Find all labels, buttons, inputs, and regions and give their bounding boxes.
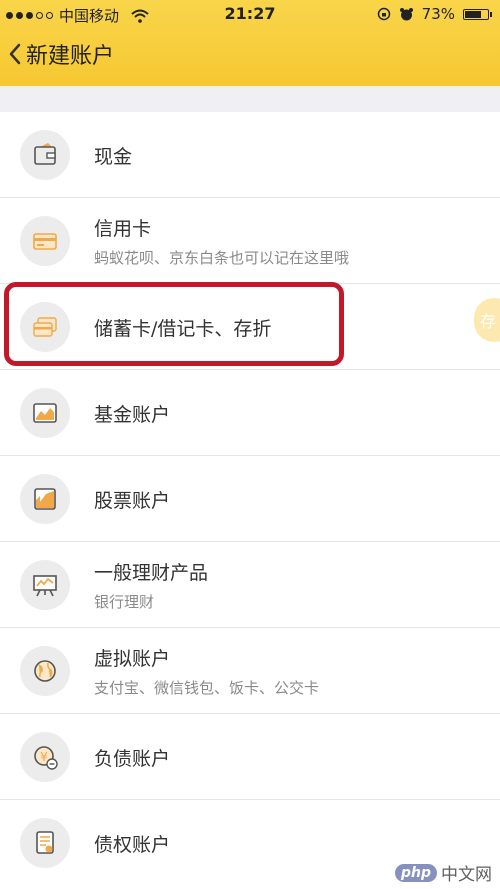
watermark-site: 中文网 bbox=[441, 865, 492, 885]
alarm-clock-icon bbox=[399, 7, 413, 20]
account-subtitle: 蚂蚁花呗、京东白条也可以记在这里哦 bbox=[94, 249, 350, 267]
side-tab-label: 存 bbox=[480, 312, 497, 331]
account-subtitle: 银行理财 bbox=[94, 593, 155, 611]
account-item-cash[interactable]: 现金 bbox=[0, 112, 500, 198]
page-title: 新建账户 bbox=[26, 44, 115, 69]
stock-chart-icon bbox=[34, 488, 56, 510]
highlight-annotation bbox=[4, 282, 344, 366]
account-title: 负债账户 bbox=[94, 747, 171, 770]
globe-icon bbox=[34, 660, 56, 682]
account-title: 信用卡 bbox=[94, 218, 152, 240]
account-title: 股票账户 bbox=[94, 489, 171, 512]
battery-percent: 73% bbox=[421, 5, 455, 23]
account-type-list: 现金 信用卡 蚂蚁花呗、京东白条也可以记在这里哦 储蓄卡/借记卡、存折 基金账户… bbox=[0, 112, 500, 886]
back-button[interactable]: 新建账户 bbox=[8, 38, 114, 70]
watermark-php: php bbox=[394, 863, 437, 882]
watermark: php 中文网 bbox=[394, 860, 492, 885]
account-item-virtual[interactable]: 虚拟账户 支付宝、微信钱包、饭卡、公交卡 bbox=[0, 628, 500, 714]
account-title: 现金 bbox=[94, 145, 133, 168]
fund-chart-icon bbox=[33, 403, 57, 423]
account-subtitle: 支付宝、微信钱包、饭卡、公交卡 bbox=[94, 679, 320, 697]
account-title: 基金账户 bbox=[94, 403, 171, 426]
header: 中国移动 21:27 73% 新建账户 bbox=[0, 0, 500, 86]
claim-document-icon bbox=[36, 831, 54, 854]
nav-bar: 新建账户 bbox=[0, 30, 500, 80]
account-item-financial-product[interactable]: 一般理财产品 银行理财 bbox=[0, 542, 500, 628]
account-item-debt[interactable]: ¥ 负债账户 bbox=[0, 714, 500, 800]
section-spacer bbox=[0, 86, 500, 112]
chevron-left-icon bbox=[9, 43, 21, 65]
account-item-credit-card[interactable]: 信用卡 蚂蚁花呗、京东白条也可以记在这里哦 bbox=[0, 198, 500, 284]
account-title: 债权账户 bbox=[94, 833, 171, 856]
account-title: 一般理财产品 bbox=[94, 562, 209, 584]
presentation-board-icon bbox=[33, 575, 57, 597]
wallet-icon bbox=[34, 143, 56, 165]
battery-icon bbox=[463, 8, 492, 20]
account-item-stock[interactable]: 股票账户 bbox=[0, 456, 500, 542]
debt-coin-icon: ¥ bbox=[34, 746, 58, 770]
status-bar: 中国移动 21:27 73% bbox=[0, 0, 500, 28]
credit-card-icon bbox=[33, 233, 57, 250]
rotation-lock-icon bbox=[377, 7, 390, 21]
account-title: 虚拟账户 bbox=[94, 648, 171, 670]
account-item-fund[interactable]: 基金账户 bbox=[0, 370, 500, 456]
